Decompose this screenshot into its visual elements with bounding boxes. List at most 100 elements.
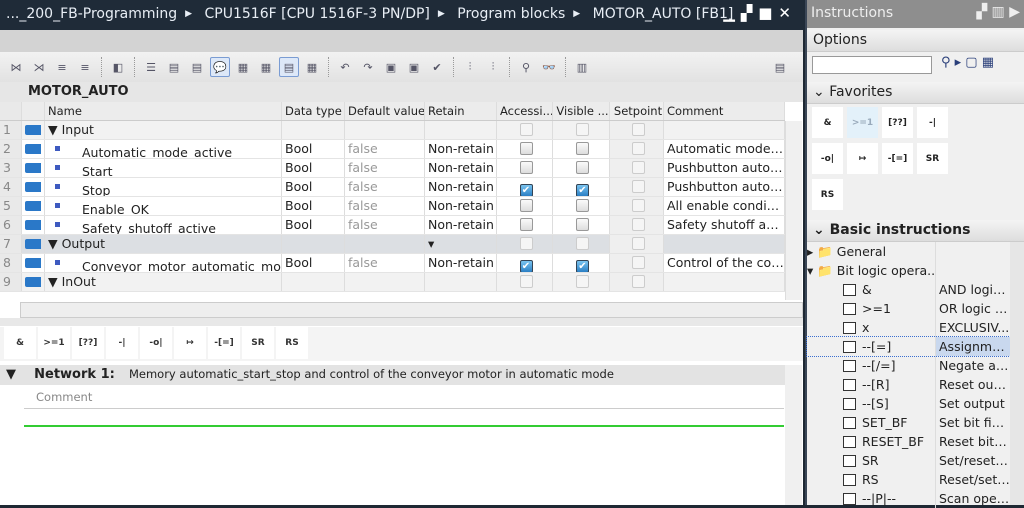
expand-icon[interactable]: ▼: [48, 274, 62, 289]
checkbox[interactable]: ✔: [576, 260, 589, 272]
favorite-instruction[interactable]: >=1: [847, 107, 878, 138]
checkbox[interactable]: [631, 275, 645, 288]
toolbar-button[interactable]: ▦: [302, 57, 322, 77]
visible-cell[interactable]: ✔: [553, 178, 610, 196]
visible-cell[interactable]: [553, 216, 610, 234]
name-cell[interactable]: Enable_OK: [45, 197, 282, 215]
data-type-cell[interactable]: Bool: [282, 254, 345, 272]
comment-cell[interactable]: Control of the conv...: [664, 254, 785, 272]
data-type-cell[interactable]: [282, 273, 345, 291]
table-row[interactable]: 6 Safety_shutoff_active Bool false Non-retai…: [0, 216, 785, 235]
favorite-instruction[interactable]: SR: [242, 327, 274, 359]
visible-cell[interactable]: [553, 121, 610, 139]
checkbox[interactable]: [631, 161, 645, 174]
comment-cell[interactable]: [664, 273, 785, 291]
checkbox[interactable]: [576, 161, 589, 174]
table-row[interactable]: 9 ▼ InOut: [0, 273, 785, 292]
accessible-cell[interactable]: [497, 159, 553, 177]
tree-item[interactable]: --[/=] Negate as...: [807, 356, 1010, 375]
table-row[interactable]: 2 Automatic_mode_active Bool false Non-retai…: [0, 140, 785, 159]
accessible-cell[interactable]: ✔: [497, 254, 553, 272]
tree-item[interactable]: --[S] Set output: [807, 394, 1010, 413]
favorite-instruction[interactable]: &: [4, 327, 36, 359]
retain-cell[interactable]: ▾: [425, 235, 497, 253]
visible-cell[interactable]: [553, 140, 610, 158]
comment-cell[interactable]: [664, 121, 785, 139]
instruction-search-input[interactable]: [812, 56, 932, 74]
visible-cell[interactable]: [553, 235, 610, 253]
column-header[interactable]: Default value: [345, 102, 425, 120]
favorite-instruction[interactable]: &: [812, 107, 843, 138]
table-vertical-scrollbar[interactable]: [785, 121, 802, 300]
table-row[interactable]: 1 ▼ Input: [0, 121, 785, 140]
tree-item[interactable]: ▾ 📁 Bit logic opera...: [807, 261, 1010, 280]
toolbar-button[interactable]: ≡: [52, 57, 72, 77]
favorite-instruction[interactable]: RS: [812, 179, 843, 210]
checkbox[interactable]: [519, 142, 533, 155]
default-value-cell[interactable]: false: [345, 159, 425, 177]
checkbox[interactable]: [519, 237, 533, 250]
tree-scrollbar[interactable]: [1010, 242, 1024, 505]
column-header[interactable]: [0, 102, 22, 120]
toolbar-button[interactable]: ↶: [335, 57, 355, 77]
comment-cell[interactable]: Safety shutoff activ...: [664, 216, 785, 234]
retain-cell[interactable]: Non-retain: [425, 216, 497, 234]
splitter[interactable]: [0, 318, 803, 326]
ladder-rung[interactable]: [24, 425, 784, 427]
column-header[interactable]: Setpoint: [610, 102, 664, 120]
checkbox[interactable]: [519, 161, 533, 174]
favorite-instruction[interactable]: ↦: [847, 143, 878, 174]
default-value-cell[interactable]: false: [345, 178, 425, 196]
favorite-instruction[interactable]: ↦: [174, 327, 206, 359]
favorite-instruction[interactable]: -o|: [140, 327, 172, 359]
tree-item[interactable]: RESET_BF Reset bit fi...: [807, 432, 1010, 451]
comment-cell[interactable]: Automatic mode a...: [664, 140, 785, 158]
toolbar-button[interactable]: ⋊: [29, 57, 49, 77]
table-row[interactable]: 5 Enable_OK Bool false Non-retain All enable …: [0, 197, 785, 216]
retain-cell[interactable]: [425, 273, 497, 291]
accessible-cell[interactable]: [497, 140, 553, 158]
collapse-icon[interactable]: ▾: [807, 263, 817, 278]
expand-icon[interactable]: ▼: [48, 236, 62, 251]
table-row[interactable]: 8 Conveyor_motor_automatic_mode Bool false N…: [0, 254, 785, 273]
toolbar-button[interactable]: 💬: [210, 57, 230, 77]
setpoint-cell[interactable]: [610, 159, 664, 177]
retain-cell[interactable]: Non-retain: [425, 159, 497, 177]
network-title[interactable]: Memory automatic_start_stop and control …: [129, 367, 614, 381]
data-type-cell[interactable]: Bool: [282, 178, 345, 196]
accessible-cell[interactable]: [497, 197, 553, 215]
toolbar-button[interactable]: ▤: [279, 57, 299, 77]
data-type-cell[interactable]: [282, 235, 345, 253]
toolbar-button[interactable]: ⋈: [6, 57, 26, 77]
window-controls[interactable]: ▁▞■✕: [723, 4, 797, 22]
collapse-icon[interactable]: ▼: [6, 367, 16, 382]
column-header[interactable]: Data type: [282, 102, 345, 120]
checkbox[interactable]: [576, 218, 589, 231]
favorite-instruction[interactable]: >=1: [38, 327, 70, 359]
toolbar-button[interactable]: ≡: [75, 57, 95, 77]
toolbar-button[interactable]: ▤: [164, 57, 184, 77]
favorite-instruction[interactable]: -o|: [812, 143, 843, 174]
name-cell[interactable]: Stop: [45, 178, 282, 196]
toolbar-button[interactable]: ▦: [233, 57, 253, 77]
checkbox[interactable]: [631, 180, 645, 193]
tree-item[interactable]: --[=] Assignme...: [806, 336, 1011, 357]
comment-cell[interactable]: Pushbutton autom...: [664, 159, 785, 177]
default-value-cell[interactable]: false: [345, 216, 425, 234]
toolbar-button[interactable]: ✔: [427, 57, 447, 77]
column-header[interactable]: Comment: [664, 102, 785, 120]
toolbar-button[interactable]: ⚲: [516, 57, 536, 77]
name-cell[interactable]: Conveyor_motor_automatic_mode: [45, 254, 282, 272]
checkbox[interactable]: [631, 237, 645, 250]
setpoint-cell[interactable]: [610, 140, 664, 158]
expand-icon[interactable]: ▼: [48, 122, 62, 137]
comment-cell[interactable]: All enable conditio...: [664, 197, 785, 215]
breadcrumb-item[interactable]: MOTOR_AUTO [FB1]: [593, 6, 734, 22]
basic-instructions-header[interactable]: ⌄ Basic instructions: [807, 220, 1024, 242]
checkbox[interactable]: [576, 142, 589, 155]
tree-item[interactable]: --|P|-- Scan oper...: [807, 489, 1010, 508]
column-header[interactable]: Name: [45, 102, 282, 120]
data-type-cell[interactable]: Bool: [282, 159, 345, 177]
data-type-cell[interactable]: Bool: [282, 140, 345, 158]
tree-item[interactable]: >=1 OR logic o...: [807, 299, 1010, 318]
